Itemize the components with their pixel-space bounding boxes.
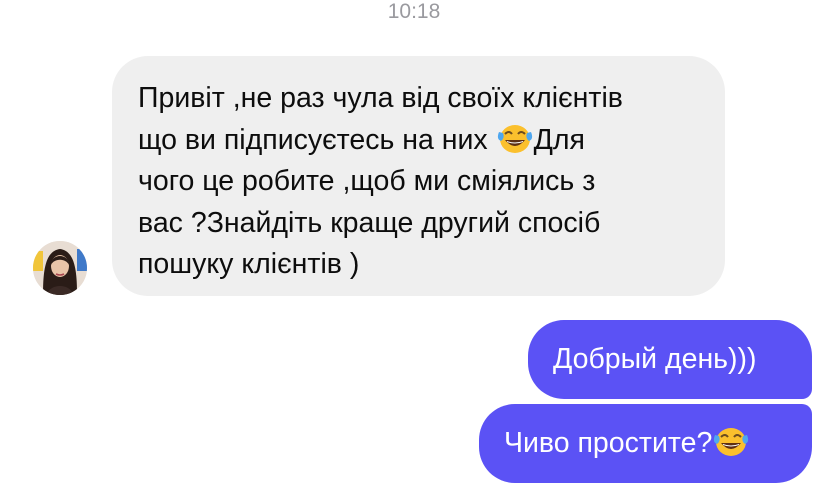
incoming-message-line: Для [533,123,585,156]
incoming-message-line: чого це робите ,щоб ми сміялись з [138,165,596,197]
incoming-message-line: Привіт ,не раз чула від своїх клієнтів [138,82,623,114]
face-with-tears-of-joy-emoji [714,428,749,456]
outgoing-message-bubble[interactable]: Чиво простите? [479,404,812,483]
outgoing-message-text: Добрый день))) [553,343,757,375]
incoming-message-bubble[interactable]: Привіт ,не раз чула від своїх клієнтів щ… [112,56,725,296]
incoming-message-line: вас ?Знайдіть краще другий спосіб [138,206,601,239]
sender-avatar[interactable] [33,241,87,295]
outgoing-message-text: Чиво простите? [504,427,713,459]
face-with-tears-of-joy-emoji [497,124,532,153]
incoming-message-line: пошуку клієнтів ) [138,248,360,280]
outgoing-message-bubble[interactable]: Добрый день))) [528,320,812,399]
avatar-photo [33,241,87,295]
message-timestamp: 10:18 [387,0,441,23]
incoming-message-line: що ви підписуєтесь на них [138,123,496,156]
